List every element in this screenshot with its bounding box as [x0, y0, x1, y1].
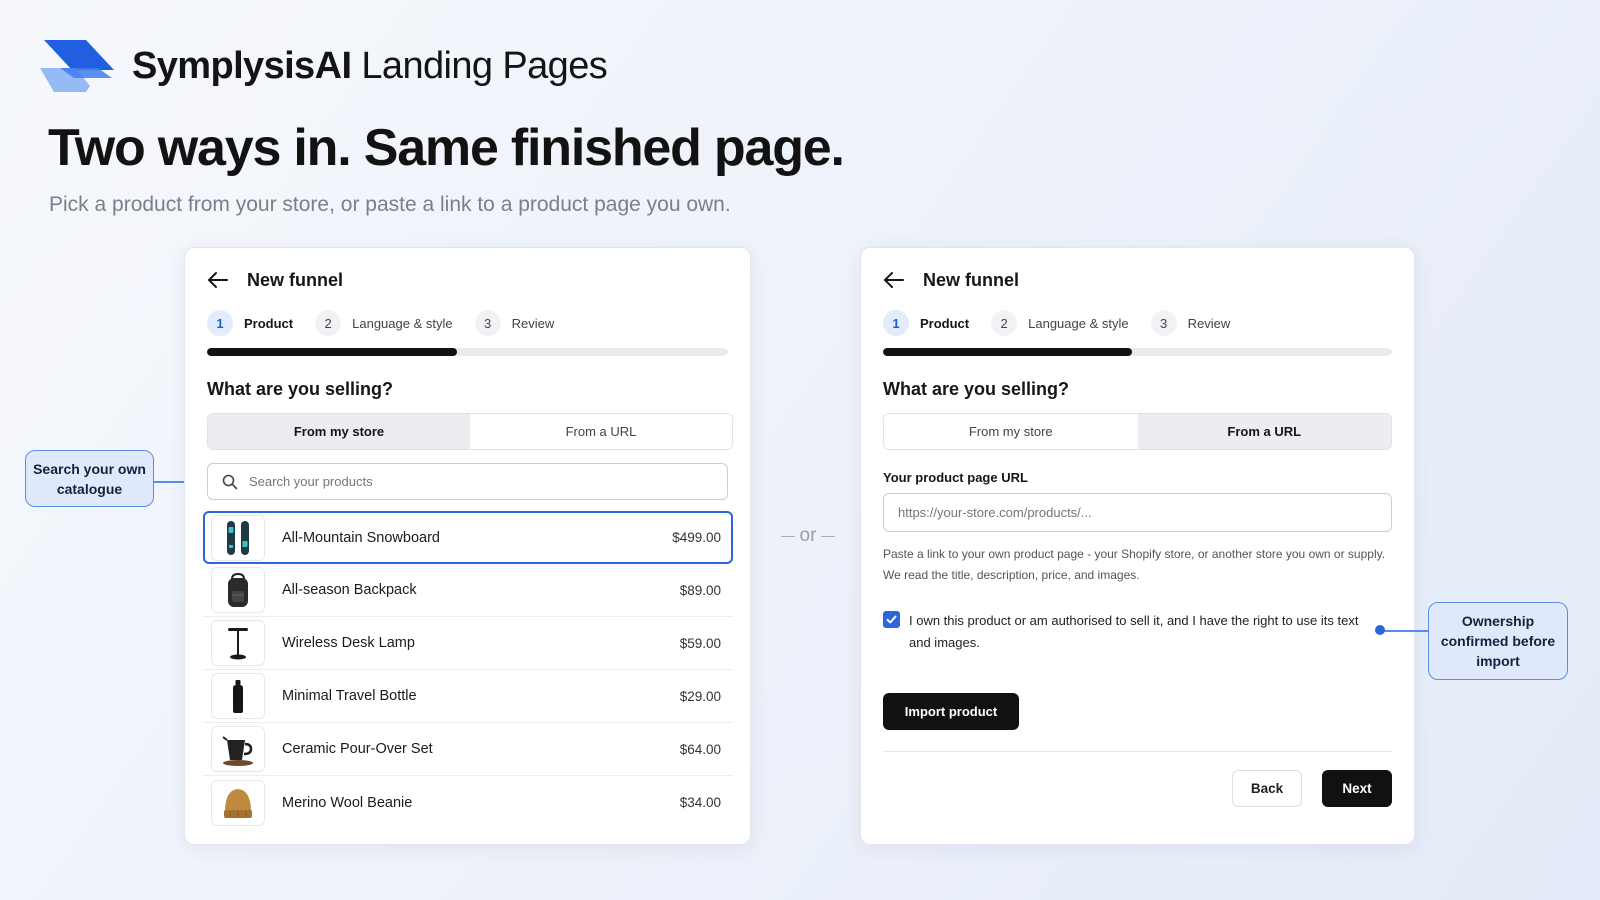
- step-number: 2: [991, 310, 1018, 336]
- product-name: All-Mountain Snowboard: [282, 529, 440, 546]
- product-search[interactable]: [207, 463, 728, 500]
- progress-fill: [883, 348, 1133, 356]
- step-review: 3 Review: [474, 310, 555, 336]
- callout-right-connector: [1380, 630, 1428, 632]
- step-language-style: 2 Language & style: [991, 310, 1129, 336]
- back-button[interactable]: Back: [1232, 770, 1302, 807]
- source-toggle: From my store From a URL: [207, 413, 733, 450]
- product-price: $64.00: [679, 741, 721, 757]
- step-number: 1: [207, 310, 233, 336]
- tab-from-my-store[interactable]: From my store: [884, 414, 1138, 449]
- progress-bar: [207, 348, 728, 356]
- step-number: 3: [474, 310, 501, 336]
- back-arrow-icon[interactable]: [883, 271, 905, 289]
- step-product: 1 Product: [207, 310, 293, 336]
- card-title: New funnel: [923, 269, 1020, 290]
- product-thumbnail: [211, 673, 265, 719]
- new-funnel-card-url: New funnel 1 Product 2 Language & style …: [860, 247, 1415, 845]
- step-number: 2: [315, 310, 342, 336]
- step-language-style: 2 Language & style: [315, 310, 453, 336]
- url-help-text: Paste a link to your own product page - …: [883, 547, 1386, 582]
- product-list: All-Mountain Snowboard $499.00 All-seaso…: [203, 511, 733, 829]
- url-field-label: Your product page URL: [883, 470, 1028, 485]
- tab-from-my-store[interactable]: From my store: [208, 414, 470, 449]
- search-icon: [222, 474, 238, 489]
- product-name: Minimal Travel Bottle: [282, 688, 417, 704]
- product-price: $29.00: [679, 688, 721, 704]
- product-row[interactable]: Wireless Desk Lamp $59.00: [203, 617, 733, 670]
- or-dash-left: [780, 535, 795, 537]
- snowboard-icon: [227, 520, 249, 555]
- brand: SymplysisAI Landing Pages: [38, 38, 608, 94]
- next-button[interactable]: Next: [1322, 770, 1392, 807]
- progress-bar: [883, 348, 1392, 356]
- product-name: Ceramic Pour-Over Set: [282, 741, 433, 757]
- backpack-icon: [228, 572, 248, 607]
- product-thumbnail: [211, 779, 265, 826]
- callout-right-dot: [1375, 625, 1385, 635]
- section-question: What are you selling?: [207, 379, 394, 399]
- step-number: 1: [883, 310, 909, 336]
- product-thumbnail: [211, 620, 265, 666]
- step-product: 1 Product: [883, 310, 969, 336]
- product-thumbnail: [211, 514, 265, 561]
- stepper: 1 Product 2 Language & style 3 Review: [207, 309, 576, 337]
- card-title: New funnel: [247, 269, 344, 290]
- bottle-icon: [233, 680, 243, 713]
- consent-text: I own this product or am authorised to s…: [909, 613, 1359, 650]
- product-row[interactable]: Minimal Travel Bottle $29.00: [203, 670, 733, 723]
- product-thumbnail: [211, 567, 265, 613]
- desk-lamp-icon: [228, 628, 248, 660]
- ownership-checkbox[interactable]: [883, 611, 900, 628]
- new-funnel-card-store: New funnel 1 Product 2 Language & style …: [184, 247, 751, 845]
- source-toggle: From my store From a URL: [883, 413, 1392, 450]
- back-arrow-icon[interactable]: [207, 271, 229, 289]
- brand-name: SymplysisAI Landing Pages: [132, 44, 608, 87]
- product-name: Merino Wool Beanie: [282, 794, 413, 811]
- step-label: Review: [1187, 315, 1231, 331]
- search-input[interactable]: [249, 474, 727, 489]
- import-product-button[interactable]: Import product: [883, 693, 1019, 730]
- pour-over-icon: [222, 736, 253, 766]
- page-subline: Pick a product from your store, or paste…: [49, 193, 731, 216]
- step-number: 3: [1150, 310, 1177, 336]
- step-label: Review: [511, 315, 555, 331]
- or-separator: or: [772, 524, 844, 548]
- brand-logo-icon: [40, 40, 114, 92]
- product-row[interactable]: Merino Wool Beanie $34.00: [203, 776, 733, 829]
- product-url-input[interactable]: [883, 493, 1392, 532]
- product-price: $34.00: [679, 795, 721, 810]
- product-name: Wireless Desk Lamp: [282, 635, 415, 651]
- progress-fill: [207, 348, 458, 356]
- step-label: Product: [244, 315, 294, 331]
- product-price: $89.00: [679, 582, 721, 598]
- product-name: All-season Backpack: [282, 582, 417, 598]
- beanie-icon: [224, 788, 252, 818]
- or-dash-right: [821, 535, 836, 537]
- product-price: $499.00: [672, 530, 721, 545]
- card-header: New funnel: [883, 266, 1019, 294]
- callout-search-catalogue: Search your own catalogue: [25, 450, 154, 507]
- check-icon: [886, 615, 897, 624]
- section-question: What are you selling?: [883, 379, 1070, 399]
- step-label: Product: [920, 315, 970, 331]
- product-price: $59.00: [679, 635, 721, 651]
- card-header: New funnel: [207, 266, 343, 294]
- tab-from-a-url[interactable]: From a URL: [470, 414, 732, 449]
- step-label: Language & style: [1028, 315, 1129, 331]
- tab-from-a-url[interactable]: From a URL: [1137, 414, 1391, 449]
- product-row[interactable]: All-Mountain Snowboard $499.00: [203, 511, 733, 564]
- product-thumbnail: [211, 726, 265, 772]
- product-row[interactable]: All-season Backpack $89.00: [203, 564, 733, 617]
- product-row[interactable]: Ceramic Pour-Over Set $64.00: [203, 723, 733, 776]
- step-label: Language & style: [352, 315, 453, 331]
- callout-ownership-confirmed: Ownership confirmed before import: [1428, 602, 1568, 680]
- footer-divider: [883, 751, 1392, 752]
- stepper: 1 Product 2 Language & style 3 Review: [883, 309, 1252, 337]
- or-text: or: [799, 525, 817, 546]
- ownership-consent: I own this product or am authorised to s…: [883, 610, 1368, 654]
- page-headline: Two ways in. Same finished page.: [48, 119, 845, 177]
- step-review: 3 Review: [1150, 310, 1231, 336]
